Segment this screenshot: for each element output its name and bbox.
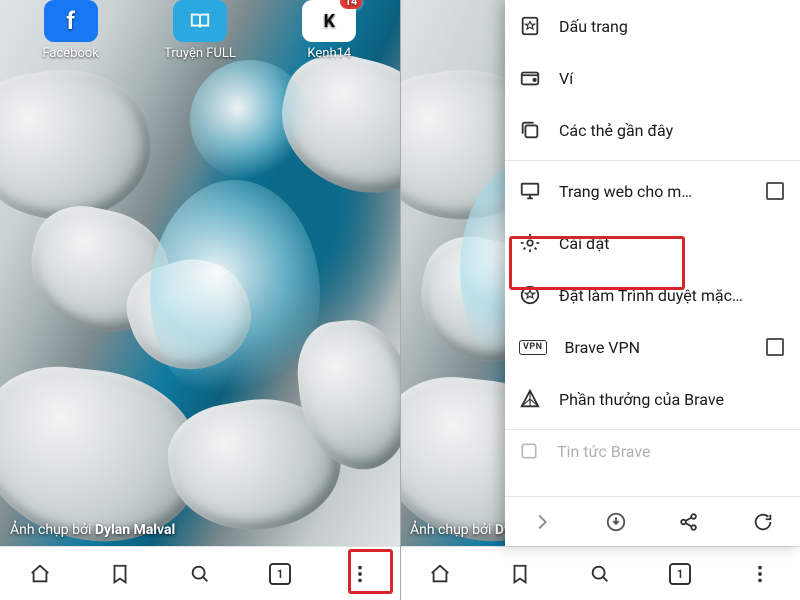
- bottom-toolbar: 1: [0, 546, 400, 600]
- app-label: Truyện FULL: [164, 46, 236, 61]
- menu-item-default-browser[interactable]: Đặt làm Trình duyệt mặc…: [505, 269, 800, 321]
- app-shortcut-row: f Facebook Truyện FULL K 14 Kenh14: [0, 0, 400, 61]
- overflow-menu: Dấu trang Ví Các thẻ gần đây Trang web c…: [505, 0, 800, 546]
- more-menu-button[interactable]: [740, 554, 780, 594]
- notification-badge: 14: [340, 0, 363, 9]
- menu-item-brave-vpn[interactable]: VPN Brave VPN: [505, 321, 800, 373]
- menu-bottom-actions: [505, 496, 800, 546]
- menu-separator: [505, 160, 800, 161]
- tabs-button[interactable]: 1: [260, 554, 300, 594]
- app-kenh14[interactable]: K 14 Kenh14: [274, 0, 384, 61]
- app-label: Facebook: [42, 46, 98, 61]
- screen-left: f Facebook Truyện FULL K 14 Kenh14 Ảnh c…: [0, 0, 400, 600]
- menu-item-settings[interactable]: Cài đặt: [505, 217, 800, 269]
- menu-item-recent-tabs[interactable]: Các thẻ gần đây: [505, 104, 800, 156]
- menu-label: Ví: [559, 69, 784, 88]
- screenshot-divider: [400, 0, 401, 600]
- book-icon: [173, 0, 227, 42]
- home-button[interactable]: [420, 554, 460, 594]
- menu-label: Phần thưởng của Brave: [559, 390, 784, 409]
- menu-item-wallet[interactable]: Ví: [505, 52, 800, 104]
- download-button[interactable]: [596, 502, 636, 542]
- more-menu-button[interactable]: [340, 554, 380, 594]
- screen-right: Ảnh chụp bởi Dylan Malval Dấu trang Ví C…: [400, 0, 800, 600]
- menu-label: Cài đặt: [559, 234, 784, 253]
- menu-label: Dấu trang: [559, 17, 784, 36]
- bookmarks-button[interactable]: [100, 554, 140, 594]
- tabs-button[interactable]: 1: [660, 554, 700, 594]
- desktop-icon: [519, 180, 541, 202]
- checkbox[interactable]: [766, 338, 784, 356]
- star-circle-icon: [519, 284, 541, 306]
- app-label: Kenh14: [307, 46, 351, 61]
- search-button[interactable]: [580, 554, 620, 594]
- wallet-icon: [519, 67, 541, 89]
- menu-label: Trang web cho m…: [559, 182, 748, 201]
- gear-icon: [519, 232, 541, 254]
- menu-label: Các thẻ gần đây: [559, 121, 784, 140]
- menu-label: Brave VPN: [565, 338, 748, 357]
- menu-label: Tin tức Brave: [557, 442, 784, 461]
- tab-count: 1: [677, 567, 684, 581]
- menu-item-desktop-site[interactable]: Trang web cho m…: [505, 165, 800, 217]
- recent-tabs-icon: [519, 119, 541, 141]
- news-icon: [519, 441, 539, 461]
- search-button[interactable]: [180, 554, 220, 594]
- wallpaper: [0, 0, 400, 546]
- app-truyen-full[interactable]: Truyện FULL: [145, 0, 255, 61]
- menu-item-bookmarks[interactable]: Dấu trang: [505, 0, 800, 52]
- home-button[interactable]: [20, 554, 60, 594]
- tab-count: 1: [277, 567, 284, 581]
- wallpaper-credit: Ảnh chụp bởi Dylan Malval: [10, 522, 175, 538]
- kenh14-icon: K 14: [302, 0, 356, 42]
- rewards-triangle-icon: [519, 388, 541, 410]
- share-button[interactable]: [669, 502, 709, 542]
- menu-separator: [505, 429, 800, 430]
- app-facebook[interactable]: f Facebook: [16, 0, 126, 61]
- bookmarks-button[interactable]: [500, 554, 540, 594]
- star-bookmark-icon: [519, 15, 541, 37]
- menu-label: Đặt làm Trình duyệt mặc…: [559, 286, 784, 305]
- bottom-toolbar: 1: [400, 546, 800, 600]
- menu-item-brave-rewards[interactable]: Phần thưởng của Brave: [505, 373, 800, 425]
- reload-button[interactable]: [743, 502, 783, 542]
- checkbox[interactable]: [766, 182, 784, 200]
- vpn-icon: VPN: [519, 340, 547, 355]
- menu-item-brave-news[interactable]: Tin tức Brave: [505, 434, 800, 468]
- facebook-icon: f: [44, 0, 98, 42]
- forward-button[interactable]: [522, 502, 562, 542]
